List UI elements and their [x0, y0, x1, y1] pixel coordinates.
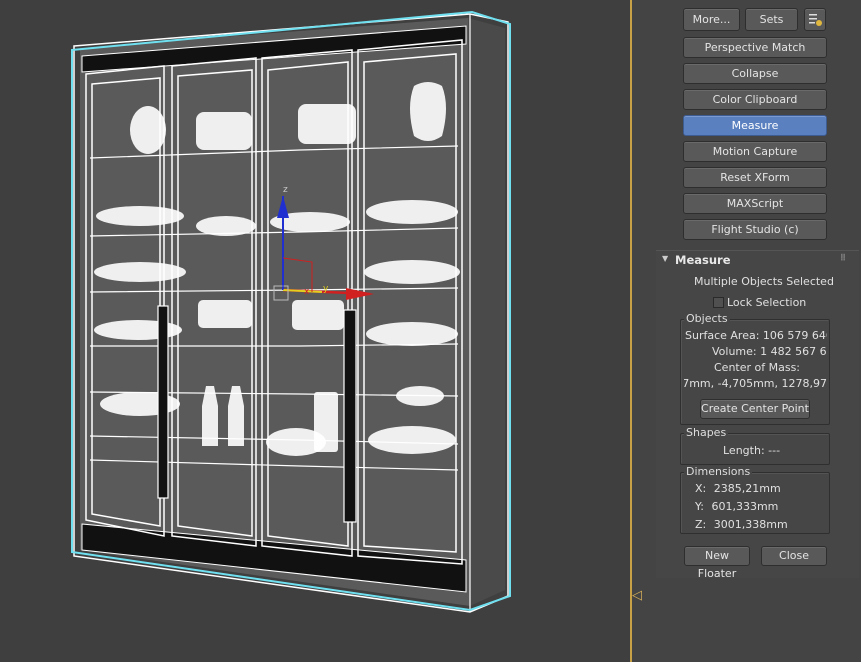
- utility-button-color-clipboard[interactable]: Color Clipboard: [683, 89, 827, 110]
- dimension-y-label: Y:: [695, 500, 704, 513]
- measure-rollout: ▼ Measure ⠿ Multiple Objects Selected Lo…: [656, 250, 859, 580]
- utility-button-maxscript[interactable]: MAXScript: [683, 193, 827, 214]
- gizmo-z-label: z: [283, 185, 288, 195]
- lock-selection-checkbox[interactable]: [713, 297, 724, 308]
- close-button[interactable]: Close: [761, 546, 827, 566]
- utility-button-flight-studio-c[interactable]: Flight Studio (c): [683, 219, 827, 240]
- create-center-point-button[interactable]: Create Center Point: [700, 399, 810, 419]
- surface-area-value: 106 579 646,6: [762, 329, 827, 342]
- utility-button-collapse[interactable]: Collapse: [683, 63, 827, 84]
- timeslider-arrow-icon[interactable]: ◁: [632, 588, 646, 604]
- length-value: ---: [768, 444, 781, 457]
- center-of-mass-label: Center of Mass:: [714, 361, 801, 374]
- wine-cabinet-wireframe: z y x: [71, 10, 511, 613]
- center-of-mass-value: 0,427mm, -4,705mm, 1278,97: [684, 377, 827, 390]
- panel-grip-icon[interactable]: ⠿: [840, 254, 848, 262]
- configure-sets-icon: [809, 14, 822, 26]
- utility-button-reset-xform[interactable]: Reset XForm: [683, 167, 827, 188]
- selection-status: Multiple Objects Selected: [694, 275, 834, 288]
- new-floater-button[interactable]: New Floater: [684, 546, 750, 580]
- length-label: Length:: [723, 444, 765, 457]
- more-button[interactable]: More...: [683, 8, 740, 31]
- objects-group-label: Objects: [684, 312, 730, 325]
- sets-button[interactable]: Sets: [745, 8, 798, 31]
- door-handle-right: [343, 309, 357, 523]
- surface-area-row: Surface Area: 106 579 646,6: [685, 329, 827, 342]
- gizmo-y-label: y: [323, 284, 329, 294]
- utility-button-motion-capture[interactable]: Motion Capture: [683, 141, 827, 162]
- dimension-x-row: X: 2385,21mm: [695, 482, 781, 495]
- lock-selection-label: Lock Selection: [727, 296, 807, 309]
- cabinet-side-face: [468, 18, 505, 606]
- dimension-z-row: Z: 3001,338mm: [695, 518, 788, 531]
- panel-gutter: [632, 0, 654, 662]
- dimension-x-label: X:: [695, 482, 707, 495]
- length-row: Length: ---: [723, 444, 780, 457]
- dimension-x-value: 2385,21mm: [713, 482, 781, 495]
- dimensions-group: Dimensions X: 2385,21mm Y: 601,333mm Z: …: [680, 465, 830, 534]
- measure-rollout-header[interactable]: ▼ Measure ⠿: [656, 251, 859, 271]
- gizmo-x-label: x: [304, 287, 310, 297]
- dimensions-group-label: Dimensions: [684, 465, 753, 478]
- perspective-viewport[interactable]: z y x: [0, 0, 630, 662]
- utility-button-perspective-match[interactable]: Perspective Match: [683, 37, 827, 58]
- measure-rollout-title: Measure: [675, 253, 731, 267]
- volume-label: Volume:: [712, 345, 757, 358]
- utility-button-measure[interactable]: Measure: [683, 115, 827, 136]
- dimension-y-row: Y: 601,333mm: [695, 500, 778, 513]
- objects-group: Objects Surface Area: 106 579 646,6 Volu…: [680, 312, 830, 425]
- configure-button-sets-button[interactable]: [804, 8, 826, 31]
- collapse-triangle-icon[interactable]: ▼: [662, 254, 668, 263]
- door-handle-left: [157, 305, 169, 499]
- volume-value: 1 482 567 607: [760, 345, 827, 358]
- dimension-z-value: 3001,338mm: [713, 518, 788, 531]
- shapes-group-label: Shapes: [684, 426, 729, 439]
- command-panel-utilities: More... Sets Perspective Match Collapse Co…: [654, 0, 861, 662]
- shapes-group: Shapes Length: ---: [680, 426, 830, 465]
- volume-row: Volume: 1 482 567 607: [712, 345, 827, 358]
- dimension-z-label: Z:: [695, 518, 707, 531]
- surface-area-label: Surface Area:: [685, 329, 760, 342]
- dimension-y-value: 601,333mm: [711, 500, 779, 513]
